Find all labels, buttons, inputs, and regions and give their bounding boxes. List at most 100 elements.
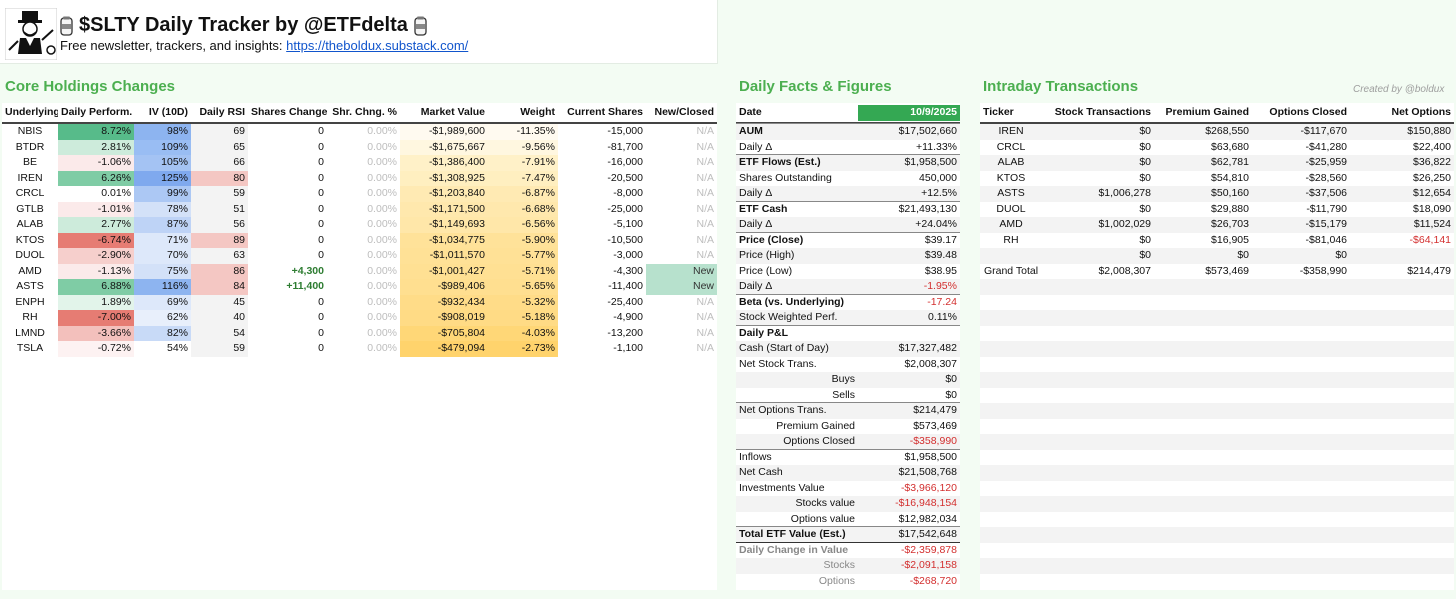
premium-gained-cell: $16,905	[1211, 233, 1249, 246]
ticker-cell	[980, 372, 1042, 388]
status-cell: N/A	[696, 295, 714, 308]
facts-label: Price (Low)	[739, 264, 793, 277]
core-column-header: Daily Perform.	[61, 106, 133, 118]
shares-change-cell: 0	[318, 295, 324, 308]
holding-row: RH -7.00% 62% 40 0 0.00% -$908,019 -5.18% -4,900…	[2, 310, 717, 326]
daily-perf-cell: -1.01%	[58, 201, 134, 217]
ticker-cell	[980, 527, 1042, 543]
premium-gained-cell	[1154, 496, 1252, 512]
net-options-cell: $36,822	[1413, 156, 1451, 168]
shares-change-pct-cell: 0.00%	[367, 233, 397, 246]
current-shares-cell: -1,100	[613, 342, 643, 354]
facts-row: Options Closed -$358,990	[736, 434, 960, 450]
weight-cell: -5.18%	[488, 310, 558, 326]
current-shares-cell: -25,400	[607, 295, 643, 308]
shares-change-cell: 0	[318, 140, 324, 153]
facts-row: Daily Change in Value -$2,359,878	[736, 542, 960, 558]
intraday-row: Grand Total $2,008,307 $573,469 -$358,990 $2…	[980, 263, 1454, 279]
options-closed-cell	[1252, 527, 1350, 543]
daily-perf-cell: -3.66%	[58, 325, 134, 341]
shares-change-cell: 0	[318, 311, 324, 323]
net-options-cell	[1350, 481, 1454, 497]
market-value-cell: -$479,094	[400, 341, 488, 357]
net-options-cell: $26,250	[1413, 171, 1451, 184]
intraday-row	[980, 434, 1454, 450]
current-shares-cell: -4,900	[613, 311, 643, 323]
iv-cell: 98%	[134, 124, 191, 140]
facts-label: Options value	[790, 512, 855, 525]
rsi-cell: 59	[191, 341, 248, 357]
status-cell: N/A	[696, 233, 714, 246]
stock-transactions-cell	[1042, 357, 1154, 373]
current-shares-cell: -81,700	[607, 140, 643, 153]
options-closed-cell	[1252, 419, 1350, 435]
premium-gained-cell: $62,781	[1211, 156, 1249, 168]
holding-row: BE -1.06% 105% 66 0 0.00% -$1,386,400 -7.91% -16…	[2, 155, 717, 171]
stock-transactions-cell	[1042, 341, 1154, 357]
premium-gained-cell	[1154, 357, 1252, 373]
intraday-row: ALAB $0 $62,781 -$25,959 $36,822	[980, 155, 1454, 171]
facts-label: Daily Δ	[739, 140, 773, 153]
facts-label: Net Options Trans.	[739, 404, 827, 416]
shares-change-pct-cell: 0.00%	[367, 187, 397, 199]
iv-cell: 87%	[134, 217, 191, 233]
intraday-row	[980, 527, 1454, 543]
iv-cell: 109%	[134, 139, 191, 155]
shares-change-cell: 0	[318, 233, 324, 246]
rsi-cell: 80	[191, 170, 248, 186]
underlying-cell: RH	[22, 311, 38, 323]
daily-perf-cell: 8.72%	[58, 124, 134, 140]
iv-cell: 71%	[134, 232, 191, 248]
market-value-cell: -$1,386,400	[400, 155, 488, 171]
ticker-cell	[980, 558, 1042, 574]
weight-cell: -5.65%	[488, 279, 558, 295]
premium-gained-cell: $26,703	[1211, 218, 1249, 230]
facts-date-row: Date 10/9/2025	[736, 105, 960, 121]
core-holdings-title: Core Holdings Changes	[5, 78, 176, 95]
premium-gained-cell	[1154, 465, 1252, 481]
holding-row: AMD -1.13% 75% 86 +4,300 0.00% -$1,001,427 -5.7…	[2, 263, 717, 279]
rsi-cell: 66	[191, 155, 248, 171]
shares-change-pct-cell: 0.00%	[367, 156, 397, 168]
daily-perf-cell: -7.00%	[58, 310, 134, 326]
underlying-cell: AMD	[18, 264, 42, 277]
facts-label: Stock Weighted Perf.	[739, 311, 838, 323]
premium-gained-cell: $63,680	[1211, 140, 1249, 153]
net-options-cell	[1350, 341, 1454, 357]
underlying-cell: GTLB	[16, 202, 44, 215]
net-options-cell	[1350, 248, 1454, 264]
net-options-cell: $12,654	[1413, 187, 1451, 199]
newsletter-link[interactable]: https://theboldux.substack.com/	[286, 38, 468, 53]
shares-change-pct-cell: 0.00%	[367, 342, 397, 354]
shares-change-cell: +11,400	[286, 280, 324, 292]
premium-gained-cell	[1154, 295, 1252, 311]
options-closed-cell: -$11,790	[1306, 202, 1347, 215]
net-options-cell	[1350, 434, 1454, 450]
premium-gained-cell	[1154, 543, 1252, 559]
net-options-cell	[1350, 558, 1454, 574]
weight-cell: -7.47%	[488, 170, 558, 186]
stock-transactions-cell	[1042, 512, 1154, 528]
status-cell: N/A	[696, 140, 714, 153]
stock-transactions-cell: $0	[1139, 171, 1151, 184]
market-value-cell: -$1,989,600	[400, 124, 488, 140]
stock-transactions-cell	[1042, 496, 1154, 512]
market-value-cell: -$908,019	[400, 310, 488, 326]
intraday-column-header: Premium Gained	[1165, 106, 1249, 118]
intraday-row	[980, 325, 1454, 341]
options-closed-cell	[1252, 481, 1350, 497]
intraday-column-header: Stock Transactions	[1054, 106, 1151, 118]
core-column-header: Daily RSI	[199, 106, 245, 118]
ticker-cell: RH	[1003, 233, 1019, 246]
ticker-cell	[980, 403, 1042, 419]
ticker-cell: IREN	[998, 125, 1024, 137]
facts-value: $0	[945, 388, 957, 401]
stock-transactions-cell: $0	[1139, 125, 1151, 137]
status-cell: New	[646, 263, 717, 279]
date-value: 10/9/2025	[858, 105, 960, 121]
shares-change-pct-cell: 0.00%	[367, 140, 397, 153]
ticker-cell	[980, 543, 1042, 559]
holding-row: DUOL -2.90% 70% 63 0 0.00% -$1,011,570 -5.77% -3…	[2, 248, 717, 264]
market-value-cell: -$1,203,840	[400, 186, 488, 202]
facts-value: -$2,091,158	[900, 559, 957, 571]
